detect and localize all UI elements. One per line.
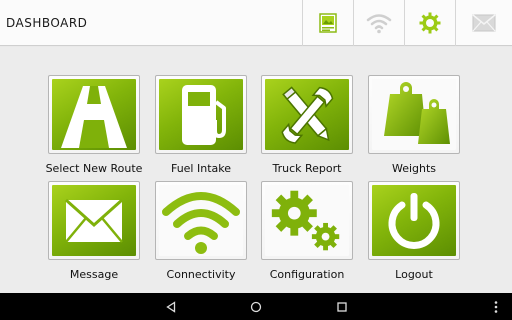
home-circle-icon [250, 301, 262, 313]
map-document-icon [319, 13, 337, 33]
tile-label: Truck Report [272, 162, 342, 175]
home-button[interactable] [248, 299, 264, 315]
select-new-route-tile[interactable] [48, 75, 140, 154]
connectivity-tile[interactable] [155, 181, 247, 260]
wifi-button[interactable] [353, 0, 404, 46]
weights-icon [384, 81, 450, 144]
envelope-icon [472, 14, 496, 32]
configuration-tile[interactable] [261, 181, 353, 260]
tile-label: Weights [391, 162, 437, 175]
envelope-icon [65, 198, 123, 243]
wifi-icon [366, 14, 392, 34]
back-triangle-icon [166, 301, 176, 313]
system-nav-bar [0, 293, 512, 320]
settings-button[interactable] [404, 0, 455, 46]
weights-tile[interactable] [368, 75, 460, 154]
fuel-pump-icon [182, 84, 226, 145]
message-tile[interactable] [48, 181, 140, 260]
recents-button[interactable] [334, 299, 350, 315]
tile-label: Connectivity [166, 268, 236, 281]
truck-report-tile[interactable] [261, 75, 353, 154]
more-vertical-icon [494, 301, 498, 313]
gears-icon [271, 190, 340, 250]
map-view-button[interactable] [302, 0, 353, 46]
gear-icon [419, 12, 441, 34]
page-title: DASHBOARD [6, 16, 88, 30]
logout-tile[interactable] [368, 181, 460, 260]
fuel-intake-tile[interactable] [155, 75, 247, 154]
tile-label: Logout [395, 268, 433, 281]
tile-label: Configuration [269, 268, 345, 281]
tile-label: Message [69, 268, 119, 281]
recents-square-icon [337, 302, 347, 312]
top-bar: DASHBOARD [0, 0, 512, 46]
wifi-icon [162, 191, 240, 254]
dashboard-grid: Select New Route Fuel Intake Truck Repor… [0, 47, 512, 293]
power-icon [388, 192, 440, 249]
overflow-menu-button[interactable] [488, 299, 504, 315]
tile-label: Fuel Intake [170, 162, 232, 175]
tile-label: Select New Route [45, 162, 143, 175]
messages-button[interactable] [455, 0, 512, 46]
road-icon [61, 85, 127, 148]
tools-pencil-icon [281, 85, 334, 144]
back-button[interactable] [163, 299, 179, 315]
